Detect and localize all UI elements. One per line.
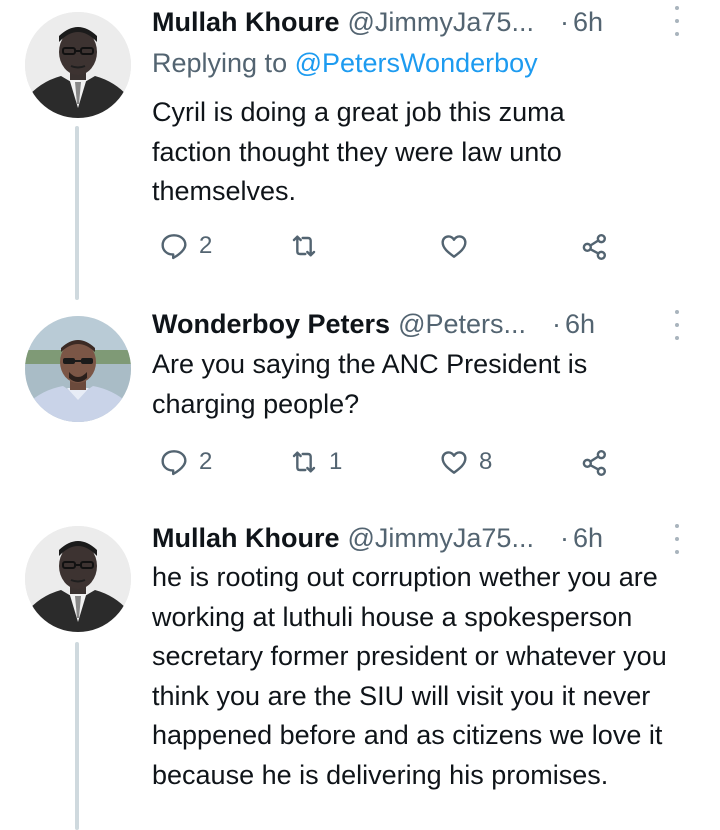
- reply-button[interactable]: 2: [158, 226, 212, 266]
- thread-line: [75, 126, 79, 300]
- thread-line: [75, 642, 79, 830]
- reply-icon: [161, 234, 187, 260]
- tweet-text: Are you saying the ANC President is char…: [152, 349, 588, 419]
- tweet-header: Wonderboy Peters @Peters... · 6h: [152, 304, 595, 344]
- tweet-2[interactable]: Wonderboy Peters @Peters... · 6h Are you…: [0, 300, 720, 512]
- separator-dot: ·: [552, 308, 562, 339]
- avatar-wonderboy-peters[interactable]: [25, 316, 131, 422]
- more-vertical-icon[interactable]: [670, 310, 684, 340]
- reply-icon: [161, 450, 187, 476]
- retweet-icon: [292, 235, 316, 257]
- retweet-button[interactable]: [288, 226, 329, 266]
- tweet-3[interactable]: Mullah Khoure @JimmyJa75... · 6h he is r…: [0, 512, 720, 830]
- tweet-text: Cyril is doing a great job this zuma fac…: [152, 97, 565, 206]
- separator-dot: ·: [559, 6, 569, 37]
- share-button[interactable]: [578, 442, 610, 482]
- tweet-header: Mullah Khoure @JimmyJa75... · 6h: [152, 2, 603, 42]
- share-icon: [582, 234, 606, 260]
- display-name[interactable]: Wonderboy Peters: [152, 309, 390, 340]
- tweet-header: Mullah Khoure @JimmyJa75... · 6h: [152, 518, 603, 558]
- more-vertical-icon[interactable]: [670, 524, 684, 554]
- replying-to-mention[interactable]: @PetersWonderboy: [295, 48, 538, 78]
- timestamp[interactable]: 6h: [573, 7, 603, 38]
- retweet-button[interactable]: 1: [288, 442, 342, 482]
- reply-button[interactable]: 2: [158, 442, 212, 482]
- retweet-icon: [292, 451, 316, 473]
- heart-icon: [441, 451, 467, 474]
- timestamp[interactable]: 6h: [573, 523, 603, 554]
- separator-dot: ·: [559, 522, 569, 553]
- tweet-actions: 2: [152, 226, 632, 266]
- reply-count: 2: [199, 232, 213, 259]
- avatar-mullah-khoure[interactable]: [25, 12, 131, 118]
- share-icon: [582, 450, 606, 476]
- user-handle[interactable]: @JimmyJa75...: [348, 523, 534, 554]
- like-button[interactable]: [438, 226, 479, 266]
- tweet-text: he is rooting out corruption wether you …: [152, 562, 667, 790]
- share-button[interactable]: [578, 226, 610, 266]
- tweet-1[interactable]: Mullah Khoure @JimmyJa75... · 6h Replyin…: [0, 0, 720, 300]
- replying-to: Replying to @PetersWonderboy: [152, 48, 538, 79]
- display-name[interactable]: Mullah Khoure: [152, 523, 340, 554]
- like-count: 8: [479, 448, 493, 475]
- user-handle[interactable]: @JimmyJa75...: [348, 7, 534, 38]
- avatar-mullah-khoure[interactable]: [25, 526, 131, 632]
- timestamp[interactable]: 6h: [565, 309, 595, 340]
- reply-count: 2: [199, 448, 213, 475]
- like-button[interactable]: 8: [438, 442, 492, 482]
- tweet-actions: 2 1 8: [152, 442, 632, 482]
- retweet-count: 1: [329, 448, 343, 475]
- user-handle[interactable]: @Peters...: [398, 309, 526, 340]
- replying-to-label: Replying to: [152, 48, 288, 78]
- heart-icon: [441, 235, 467, 258]
- display-name[interactable]: Mullah Khoure: [152, 7, 340, 38]
- more-vertical-icon[interactable]: [670, 6, 684, 36]
